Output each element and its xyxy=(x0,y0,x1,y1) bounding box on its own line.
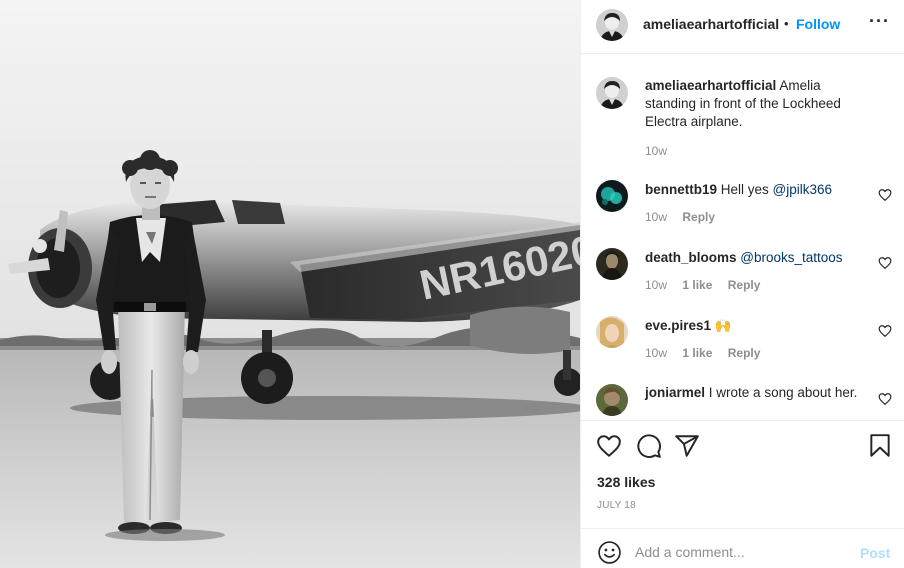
comment-meta: 10w 1 like Reply xyxy=(645,346,772,360)
comment-mention[interactable]: @jpilk366 xyxy=(773,182,832,197)
reply-button[interactable]: Reply xyxy=(682,210,715,224)
comment-time[interactable]: 10w xyxy=(645,210,667,224)
comment-mention[interactable]: @brooks_tattoos xyxy=(740,250,842,265)
author-username[interactable]: ameliaearhartofficial xyxy=(643,16,779,32)
comment-body: 🙌 xyxy=(714,318,732,333)
comment-likes-count[interactable]: 1 like xyxy=(682,346,712,360)
commenter-avatar[interactable] xyxy=(596,384,628,416)
comment-text: bennettb19 Hell yes @jpilk366 xyxy=(645,181,870,199)
author-avatar[interactable] xyxy=(596,9,628,41)
post-actions: 328 likes JULY 18 xyxy=(581,420,904,528)
caption-avatar[interactable] xyxy=(596,77,628,109)
reply-button[interactable]: Reply xyxy=(728,278,761,292)
comment-icon[interactable] xyxy=(636,433,662,459)
comment-username[interactable]: death_blooms xyxy=(645,250,737,265)
likes-count[interactable]: 328 likes xyxy=(597,474,655,490)
more-options-icon[interactable]: ··· xyxy=(869,11,890,32)
comment-text: joniarmel I wrote a song about her. xyxy=(645,384,870,402)
comment-body: Hell yes xyxy=(720,182,773,197)
post-date[interactable]: JULY 18 xyxy=(597,500,636,511)
emoji-icon[interactable] xyxy=(597,540,622,565)
comment-like-heart-icon[interactable] xyxy=(878,188,892,202)
comment-like-heart-icon[interactable] xyxy=(878,392,892,406)
comment-username[interactable]: bennettb19 xyxy=(645,182,717,197)
separator-dot: • xyxy=(784,16,789,31)
heart-icon[interactable] xyxy=(596,433,622,459)
comment-text: eve.pires1 🙌 xyxy=(645,317,870,335)
comment-like-heart-icon[interactable] xyxy=(878,256,892,270)
caption-time[interactable]: 10w xyxy=(645,144,667,158)
comment-time[interactable]: 10w xyxy=(645,278,667,292)
comment-like-heart-icon[interactable] xyxy=(878,324,892,338)
post-photo[interactable]: NR16020 xyxy=(0,0,580,568)
commenter-avatar[interactable] xyxy=(596,316,628,348)
airplane-photo: NR16020 xyxy=(0,0,580,568)
comment-text: death_blooms @brooks_tattoos xyxy=(645,249,870,267)
commenter-avatar[interactable] xyxy=(596,248,628,280)
comments-list[interactable]: ameliaearhartofficial Amelia standing in… xyxy=(581,55,904,420)
comment-likes-count[interactable]: 1 like xyxy=(682,278,712,292)
post-sidebar: ameliaearhartofficial • Follow ··· ameli… xyxy=(580,0,904,568)
caption-username[interactable]: ameliaearhartofficial xyxy=(645,78,776,93)
bookmark-icon[interactable] xyxy=(867,433,893,459)
caption-meta: 10w xyxy=(645,144,679,158)
follow-button[interactable]: Follow xyxy=(796,16,840,32)
comment-username[interactable]: eve.pires1 xyxy=(645,318,711,333)
post-header: ameliaearhartofficial • Follow ··· xyxy=(581,0,904,54)
add-comment-bar: Post xyxy=(581,528,904,568)
add-comment-input[interactable] xyxy=(635,539,845,565)
reply-button[interactable]: Reply xyxy=(728,346,761,360)
post-comment-button[interactable]: Post xyxy=(860,545,890,561)
commenter-avatar[interactable] xyxy=(596,180,628,212)
comment-body: I wrote a song about her. xyxy=(708,385,858,400)
comment-time[interactable]: 10w xyxy=(645,346,667,360)
share-icon[interactable] xyxy=(674,433,700,459)
comment-meta: 10w Reply xyxy=(645,210,727,224)
comment-username[interactable]: joniarmel xyxy=(645,385,705,400)
comment-meta: 10w 1 like Reply xyxy=(645,278,772,292)
caption-text: ameliaearhartofficial Amelia standing in… xyxy=(645,77,870,131)
